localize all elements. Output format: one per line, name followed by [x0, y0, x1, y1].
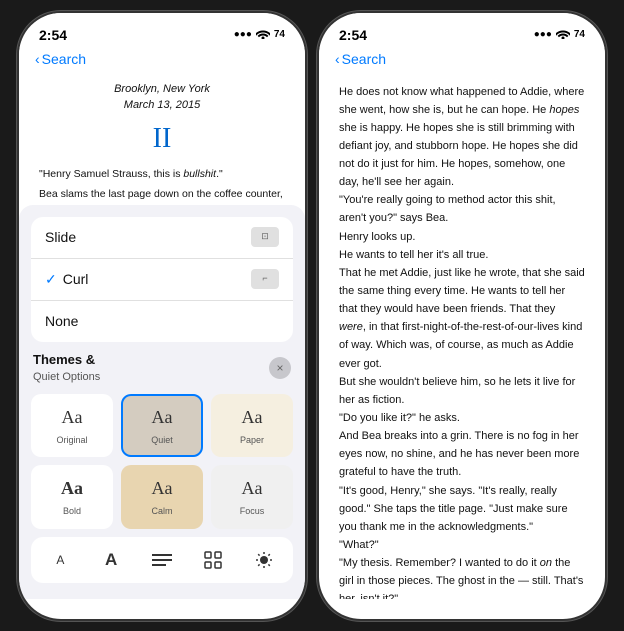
book-location: Brooklyn, New York March 13, 2015 — [39, 81, 285, 114]
signal-icon-right: ●●● — [534, 29, 552, 40]
curl-label: Curl — [63, 269, 251, 290]
back-button-right[interactable]: ‹ Search — [335, 51, 386, 67]
themes-subtitle: Quiet Options — [33, 369, 100, 386]
theme-quiet-aa: Aa — [152, 404, 173, 431]
font-large-button[interactable]: A — [94, 545, 128, 575]
font-type-button[interactable] — [145, 545, 179, 575]
brightness-button[interactable] — [247, 545, 281, 575]
theme-focus-label: Focus — [240, 505, 265, 519]
theme-bold[interactable]: Aa Bold — [31, 465, 113, 529]
status-bar-left: 2:54 ●●● 74 — [19, 13, 305, 49]
theme-bold-label: Bold — [63, 505, 81, 519]
display-options-button[interactable] — [196, 545, 230, 575]
back-chevron-icon-left: ‹ — [35, 51, 40, 67]
theme-bold-aa: Aa — [61, 475, 83, 502]
status-bar-right: 2:54 ●●● 74 — [319, 13, 605, 49]
themes-header: Themes & Quiet Options × — [31, 350, 293, 386]
theme-calm[interactable]: Aa Calm — [121, 465, 203, 529]
theme-focus[interactable]: Aa Focus — [211, 465, 293, 529]
status-icons-right: ●●● 74 — [534, 28, 585, 42]
theme-calm-label: Calm — [151, 505, 172, 519]
status-icons-left: ●●● 74 — [234, 28, 285, 42]
curl-icon: ⌐ — [251, 269, 279, 289]
phone-right: 2:54 ●●● 74 ‹ Search He does not know wh… — [317, 11, 607, 621]
nav-bar-left: ‹ Search — [19, 49, 305, 73]
back-label-right: Search — [342, 51, 386, 67]
book-city-date-2: March 13, 2015 — [39, 97, 285, 114]
wifi-icon-left — [256, 28, 270, 42]
back-button-left[interactable]: ‹ Search — [35, 51, 86, 67]
theme-paper-label: Paper — [240, 434, 264, 448]
time-left: 2:54 — [39, 27, 67, 43]
reading-text: He does not know what happened to Addie,… — [339, 83, 585, 599]
slide-label: Slide — [45, 227, 76, 248]
theme-paper[interactable]: Aa Paper — [211, 394, 293, 458]
themes-grid: Aa Original Aa Quiet Aa Paper Aa Bold — [31, 394, 293, 529]
phones-container: 2:54 ●●● 74 ‹ Search Brooklyn, New York — [17, 11, 607, 621]
theme-original-label: Original — [56, 434, 87, 448]
none-label: None — [45, 311, 78, 332]
theme-calm-aa: Aa — [152, 475, 173, 502]
time-right: 2:54 — [339, 27, 367, 43]
nav-bar-right: ‹ Search — [319, 49, 605, 73]
back-label-left: Search — [42, 51, 86, 67]
slide-option-curl[interactable]: ✓ Curl ⌐ — [31, 259, 293, 301]
phone-left: 2:54 ●●● 74 ‹ Search Brooklyn, New York — [17, 11, 307, 621]
theme-paper-aa: Aa — [242, 404, 263, 431]
theme-focus-aa: Aa — [242, 475, 263, 502]
theme-quiet-label: Quiet — [151, 434, 173, 448]
reading-toolbar: A A — [31, 537, 293, 583]
back-chevron-icon-right: ‹ — [335, 51, 340, 67]
signal-icon-left: ●●● — [234, 29, 252, 40]
book-city-date-1: Brooklyn, New York — [39, 81, 285, 98]
wifi-icon-right — [556, 28, 570, 42]
battery-icon-left: 74 — [274, 29, 285, 40]
book-para-1: "Henry Samuel Strauss, this is bullshit.… — [39, 166, 285, 182]
themes-title: Themes & — [33, 350, 100, 370]
book-content: Brooklyn, New York March 13, 2015 II "He… — [19, 73, 305, 599]
slide-option-none[interactable]: None — [31, 301, 293, 342]
reading-content: He does not know what happened to Addie,… — [319, 73, 605, 599]
battery-icon-right: 74 — [574, 29, 585, 40]
slide-icon: ⊡ — [251, 227, 279, 247]
slide-option-slide[interactable]: Slide ⊡ — [31, 217, 293, 259]
theme-quiet[interactable]: Aa Quiet — [121, 394, 203, 458]
chapter-number: II — [39, 118, 285, 160]
font-small-button[interactable]: A — [43, 545, 77, 575]
theme-original[interactable]: Aa Original — [31, 394, 113, 458]
bottom-panel: Slide ⊡ ✓ Curl ⌐ None Themes & — [19, 205, 305, 599]
close-button[interactable]: × — [269, 357, 291, 379]
themes-label: Themes & Quiet Options — [33, 350, 100, 386]
theme-original-aa: Aa — [62, 404, 83, 431]
checkmark-icon: ✓ — [45, 269, 57, 290]
slide-options: Slide ⊡ ✓ Curl ⌐ None — [31, 217, 293, 342]
